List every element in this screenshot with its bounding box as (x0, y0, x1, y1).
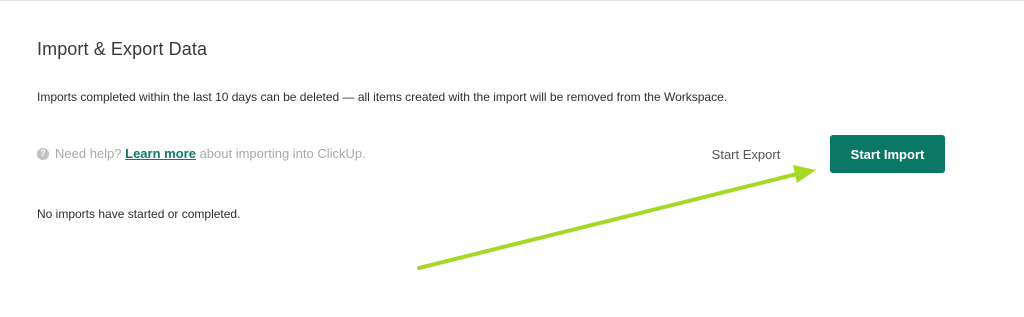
question-circle-icon: ? (37, 147, 49, 160)
annotation-arrow-head (793, 165, 816, 183)
page-title: Import & Export Data (37, 39, 208, 59)
import-description: Imports completed within the last 10 day… (37, 90, 728, 104)
annotation-arrow-shaft (417, 172, 799, 270)
help-row: ? Need help? Learn more about importing … (37, 146, 366, 161)
import-export-page: Import & Export Data Imports completed w… (0, 0, 1024, 317)
learn-more-link[interactable]: Learn more (125, 146, 196, 161)
help-prefix: Need help? (55, 146, 122, 161)
start-export-button[interactable]: Start Export (699, 136, 793, 172)
imports-empty-state: No imports have started or completed. (37, 207, 241, 221)
start-import-button[interactable]: Start Import (830, 135, 945, 173)
help-suffix: about importing into ClickUp. (199, 146, 366, 161)
help-text: Need help? Learn more about importing in… (55, 146, 366, 161)
